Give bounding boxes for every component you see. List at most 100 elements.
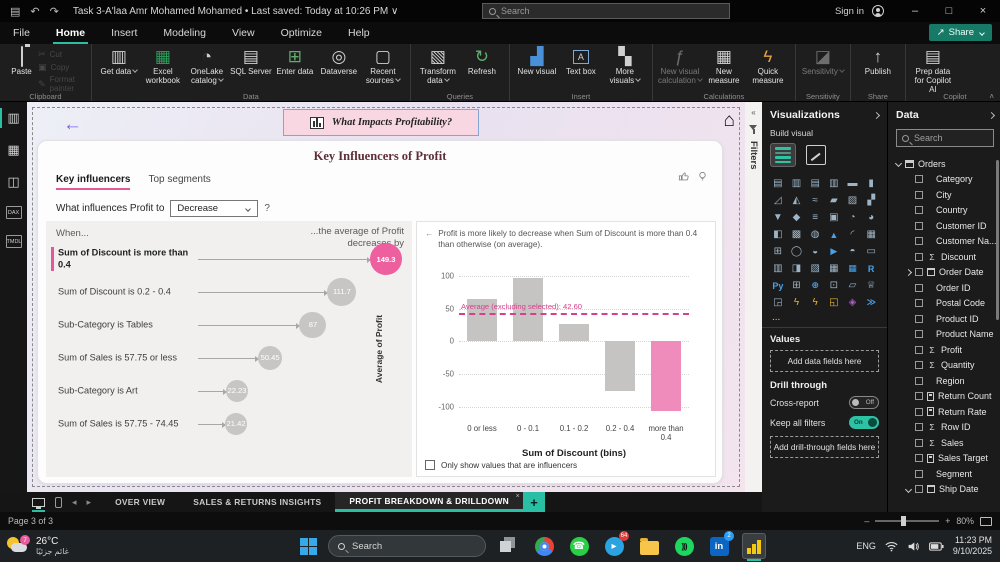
zoom-slider-thumb[interactable]: [901, 516, 907, 526]
add-drill-through-dropzone[interactable]: Add drill-through fields here: [770, 436, 879, 458]
data-search-input[interactable]: Search: [896, 129, 994, 147]
taskbar-app-task-view[interactable]: [497, 534, 521, 558]
visual-type-icon[interactable]: ≫: [863, 295, 879, 310]
taskbar-app-linkedin[interactable]: in 2: [707, 531, 734, 558]
cross-report-toggle[interactable]: Off: [849, 396, 879, 409]
taskbar-app-chrome[interactable]: [532, 534, 556, 558]
account-icon[interactable]: [872, 5, 884, 17]
menu-item-home[interactable]: Home: [43, 22, 98, 44]
back-arrow-button[interactable]: ←: [63, 114, 82, 136]
ribbon-button-prep-data-for-copilot-ai[interactable]: ▤ Prep data for Copilot AI: [911, 47, 955, 95]
influencer-row[interactable]: Sum of Discount is more than 0.4 149.3: [46, 243, 412, 275]
visual-type-icon[interactable]: Py: [770, 278, 786, 293]
visual-type-icon[interactable]: ◈: [845, 295, 861, 310]
field-checkbox[interactable]: [915, 252, 923, 261]
more-visual-options[interactable]: ...: [772, 312, 879, 323]
table-orders[interactable]: Orders: [894, 156, 994, 172]
ribbon-button-sensitivity[interactable]: ◪ Sensitivity: [801, 47, 845, 76]
taskbar-app-powerbi[interactable]: [742, 533, 766, 561]
visual-type-icon[interactable]: ≈: [807, 193, 823, 208]
sign-in-link[interactable]: Sign in: [835, 6, 864, 17]
taskbar-app-spotify[interactable]: ))): [672, 534, 696, 558]
home-icon[interactable]: ⌂: [724, 110, 735, 132]
field-checkbox[interactable]: [915, 438, 923, 447]
visual-type-icon[interactable]: ▨: [845, 193, 861, 208]
desktop-view-icon[interactable]: [32, 497, 45, 512]
zoom-out-icon[interactable]: –: [864, 516, 869, 526]
visual-type-icon[interactable]: ▦: [826, 261, 842, 276]
ribbon-button-new-visual[interactable]: ▟ New visual: [515, 47, 559, 76]
checkbox[interactable]: [425, 460, 435, 470]
ribbon-button-quick-measure[interactable]: ϟ Quick measure: [746, 47, 790, 85]
page-tab-2[interactable]: SALES & RETURNS INSIGHTS: [179, 492, 335, 512]
language-indicator[interactable]: ENG: [856, 541, 876, 551]
ribbon-button-paste[interactable]: Paste: [5, 46, 38, 76]
redo-icon[interactable]: ↷: [50, 5, 59, 18]
field-product-id[interactable]: Product ID: [896, 311, 994, 327]
visual-type-icon[interactable]: ▶: [826, 244, 842, 259]
visual-type-icon[interactable]: ⊡: [826, 278, 842, 293]
filters-label[interactable]: Filters: [748, 141, 759, 170]
zoom-slider[interactable]: [875, 516, 940, 526]
ribbon-button-sql-server[interactable]: ▤ SQL Server: [229, 47, 273, 76]
field-sales[interactable]: Σ Sales: [896, 435, 994, 451]
zoom-in-icon[interactable]: +: [945, 516, 950, 526]
visual-type-icon[interactable]: ▰: [826, 193, 842, 208]
field-checkbox[interactable]: [915, 454, 923, 463]
field-customer-id[interactable]: Customer ID: [896, 218, 994, 234]
fit-to-page-icon[interactable]: [980, 516, 992, 526]
field-profit[interactable]: Σ Profit: [896, 342, 994, 358]
start-button[interactable]: [300, 537, 317, 555]
mobile-view-icon[interactable]: [55, 496, 62, 508]
visual-type-icon[interactable]: ▼: [770, 210, 786, 225]
ribbon-button-publish[interactable]: ↑ Publish: [856, 47, 900, 76]
field-quantity[interactable]: Σ Quantity: [896, 358, 994, 374]
visual-type-icon[interactable]: ◍: [807, 227, 823, 242]
menu-item-view[interactable]: View: [219, 22, 268, 44]
influencer-value-bubble[interactable]: 22.23: [226, 380, 248, 402]
collapse-panel-icon[interactable]: [872, 111, 881, 119]
influencer-row[interactable]: Sub-Category is Tables 87: [46, 309, 412, 341]
field-checkbox[interactable]: [915, 361, 923, 370]
visual-type-icon[interactable]: ▦: [845, 261, 861, 276]
visual-type-icon[interactable]: ⊕: [807, 278, 823, 293]
weather-widget[interactable]: 7 26°C غائم جزئيًا: [6, 535, 69, 557]
scrollbar[interactable]: [996, 160, 999, 320]
bar[interactable]: [651, 341, 681, 412]
help-icon[interactable]: ?: [264, 203, 270, 214]
field-checkbox[interactable]: [915, 392, 923, 401]
expand-filters-icon[interactable]: «: [751, 108, 755, 117]
chevron-right-icon[interactable]: [904, 268, 913, 276]
ribbon-button-excel-workbook[interactable]: ▦ Excel workbook: [141, 47, 185, 85]
visual-type-icon[interactable]: ▣: [826, 210, 842, 225]
ribbon-button-enter-data[interactable]: ⊞ Enter data: [273, 47, 317, 76]
field-discount[interactable]: Σ Discount: [896, 249, 994, 265]
prev-page-icon[interactable]: ◂: [72, 497, 77, 508]
visual-type-icon[interactable]: ϟ: [807, 295, 823, 310]
field-order-id[interactable]: Order ID: [896, 280, 994, 296]
format-visual-icon[interactable]: [806, 145, 826, 165]
taskbar-app-whatsapp[interactable]: ☎: [567, 534, 591, 558]
visual-type-icon[interactable]: ▧: [807, 261, 823, 276]
visual-type-icon[interactable]: ◜: [845, 227, 861, 242]
influencer-value-bubble[interactable]: 21.42: [225, 413, 247, 435]
field-checkbox[interactable]: [915, 314, 923, 323]
influencer-row[interactable]: Sum of Sales is 57.75 or less 50.45: [46, 342, 412, 374]
visual-type-icon[interactable]: ◿: [770, 193, 786, 208]
visual-type-icon[interactable]: ▥: [770, 261, 786, 276]
field-category[interactable]: Category: [896, 172, 994, 188]
visual-type-icon[interactable]: ▭: [863, 244, 879, 259]
page-header-box[interactable]: What Impacts Profitability?: [283, 109, 479, 136]
chevron-down-icon[interactable]: [894, 160, 903, 168]
menu-item-optimize[interactable]: Optimize: [268, 22, 335, 44]
visual-type-icon[interactable]: ◓: [845, 244, 861, 259]
visual-type-icon[interactable]: ▥: [826, 176, 842, 191]
taskbar-search[interactable]: Search: [328, 535, 486, 557]
collapse-panel-icon[interactable]: [987, 111, 996, 119]
visual-type-icon[interactable]: ◯: [789, 244, 805, 259]
visual-type-icon[interactable]: ≡: [807, 210, 823, 225]
new-page-button[interactable]: +: [523, 492, 546, 512]
field-checkbox[interactable]: [915, 299, 923, 308]
bar[interactable]: [605, 341, 635, 391]
close-button[interactable]: ×: [966, 0, 1000, 22]
